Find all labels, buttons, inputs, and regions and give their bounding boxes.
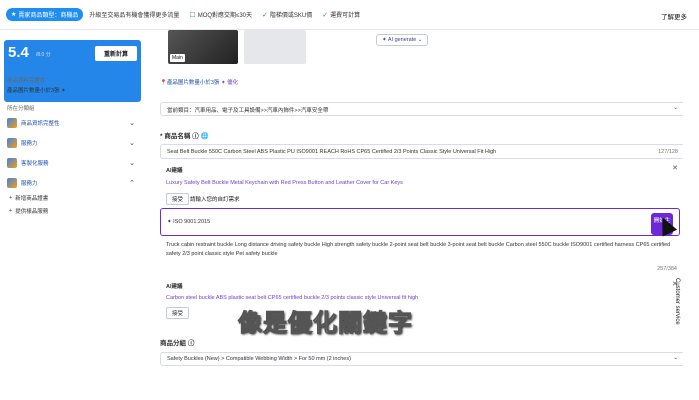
sidebar-subitem-sample[interactable]: + 提供樣品服務 (9, 207, 48, 215)
image-hint-row: 📍產品圖片數量小於3張 ✦ 優化 (160, 80, 239, 86)
optimize-link[interactable]: ✦ 優化 (221, 80, 238, 86)
product-group-select[interactable]: Safety Buckles (New) > Compatible Webbin… (160, 352, 685, 366)
checkbox-icon: ☐ (189, 11, 196, 19)
keywords-textarea[interactable]: Truck cabin restraint buckle Long distan… (160, 236, 685, 276)
chevron-down-icon[interactable]: ⌄ (129, 119, 135, 127)
accept-button[interactable]: 接受 (166, 307, 190, 319)
category-icon (7, 138, 17, 148)
info-icon: ⓘ (192, 133, 199, 140)
magic-icon: ✦ (220, 80, 226, 86)
category-item-service[interactable]: 服務力 ⌄ (7, 138, 137, 148)
custom-requirement-link[interactable]: 請輸入您的自訂需求 (190, 195, 240, 203)
category-label: 客製化服務 (21, 161, 49, 167)
recalculate-button[interactable]: 重新計算 (94, 46, 137, 61)
accept-button[interactable]: 接受 (166, 193, 190, 205)
tier-price-item: ✓ 階梯價或SKU價 (262, 11, 313, 20)
upgrade-tip: 升級至交易品有機會獲得更多流量 (89, 13, 180, 19)
sidebar-subitem-certificate[interactable]: + 新增商品證書 (9, 194, 48, 202)
moq-item: ☐ MOQ對應交期≤30天 (189, 11, 253, 20)
main-content: Main ✦ AI generate ⌄ 📍產品圖片數量小於3張 ✦ 優化 當前… (148, 30, 688, 400)
product-name-input[interactable]: Seat Belt Buckle 550C Carbon Steel ABS P… (160, 144, 685, 159)
group-section-label: 所在分類組 (7, 106, 35, 112)
category-label: 服務力 (21, 181, 38, 187)
check-icon: ✓ (262, 11, 268, 19)
keywords-count: 257/384 (657, 266, 677, 272)
category-label: 商品資訊完整性 (21, 121, 60, 127)
shipping-item: ✓ 運費可計算 (322, 11, 361, 20)
input-value: ✦ ISO 9001:2015 (167, 219, 211, 225)
category-icon (7, 118, 17, 128)
chevron-down-icon: ⌄ (673, 355, 678, 361)
ai-sparkle-icon: ✦ (382, 37, 387, 43)
video-caption: 像是優化關鍵字 (238, 310, 413, 338)
star-icon: ★ (11, 12, 17, 18)
top-bar: ★ 賣家商品類型：商機品 升級至交易品有機會獲得更多流量 ☐ MOQ對應交期≤30天… (0, 0, 699, 30)
keywords-value: Truck cabin restraint buckle Long distan… (166, 242, 671, 257)
secondary-product-image[interactable] (244, 30, 306, 64)
check-icon: ✓ (322, 11, 329, 19)
learn-more-link[interactable]: 了解更多 (661, 11, 687, 21)
chevron-up-icon[interactable]: ⌃ (129, 179, 135, 187)
category-item-service-expanded[interactable]: 服務力 ⌃ (7, 178, 137, 188)
right-strip (683, 30, 699, 400)
custom-requirement-input[interactable]: ✦ ISO 9001:2015 開始生 (160, 208, 680, 236)
close-icon[interactable]: ✕ (672, 164, 678, 172)
image-count-hint: 產品圖片數量小於3張 ✦ (7, 86, 66, 94)
category-icon (7, 178, 17, 188)
score-value: 5.4 (8, 44, 29, 61)
product-name-value: Seat Belt Buckle 550C Carbon Steel ABS P… (167, 149, 497, 155)
ai-suggestion-title: AI建議 (166, 284, 183, 290)
ai-suggestion-title: AI建議 (166, 168, 183, 174)
product-name-label: * 商品名稱 ⓘ 🌐 (160, 133, 209, 140)
info-icon: ⓘ (187, 340, 195, 347)
chevron-down-icon[interactable]: ⌄ (129, 159, 135, 167)
chevron-down-icon: ⌄ (673, 105, 678, 111)
seller-type-badge: ★ 賣家商品類型：商機品 (6, 8, 84, 21)
product-group-label: 商品分組 ⓘ (160, 340, 195, 347)
product-group-value: Safety Buckles (New) > Compatible Webbin… (167, 356, 351, 362)
ai-suggestion-text: Carbon steel buckle ABS plastic seat bel… (166, 295, 419, 301)
category-item-completeness[interactable]: 商品資訊完整性 ⌄ (7, 118, 137, 128)
category-label: 服務力 (21, 141, 38, 147)
plus-icon: + (9, 195, 13, 201)
main-image-label: Main (170, 54, 185, 62)
location-pin-icon: 📍 (160, 80, 167, 86)
ai-suggestion-text: Luxury Safety Belt Buckle Metal Keychain… (166, 180, 403, 186)
sparkle-icon: ✦ (61, 88, 66, 94)
category-path: 當前類目：汽車用品、電子及工具設備>>汽車內飾件>>汽車安全帶 (167, 108, 329, 114)
product-name-count: 127/128 (658, 149, 678, 155)
left-sidebar: 5.4 /8.0 分 重新計算 商品資料完整性 產品圖片數量小於3張 ✦ 所在分… (0, 30, 148, 400)
category-icon (7, 158, 17, 168)
chevron-down-icon: ⌄ (417, 37, 423, 43)
plus-icon: + (9, 208, 13, 214)
ai-generate-button[interactable]: ✦ AI generate ⌄ (376, 34, 429, 46)
customer-service-tab[interactable]: Customer service (674, 278, 680, 325)
image-hint-label: 產品圖片數量小於3張 (7, 88, 60, 94)
category-select[interactable]: 當前類目：汽車用品、電子及工具設備>>汽車內飾件>>汽車安全帶 ⌄ (160, 102, 685, 116)
score-max: /8.0 分 (36, 52, 51, 58)
globe-icon[interactable]: 🌐 (200, 133, 208, 140)
chevron-down-icon[interactable]: ⌄ (129, 139, 135, 147)
category-item-customization[interactable]: 客製化服務 ⌄ (7, 158, 137, 168)
completeness-label: 商品資料完整性 (7, 78, 46, 84)
ai-sparkle-icon: ✦ (167, 219, 172, 225)
